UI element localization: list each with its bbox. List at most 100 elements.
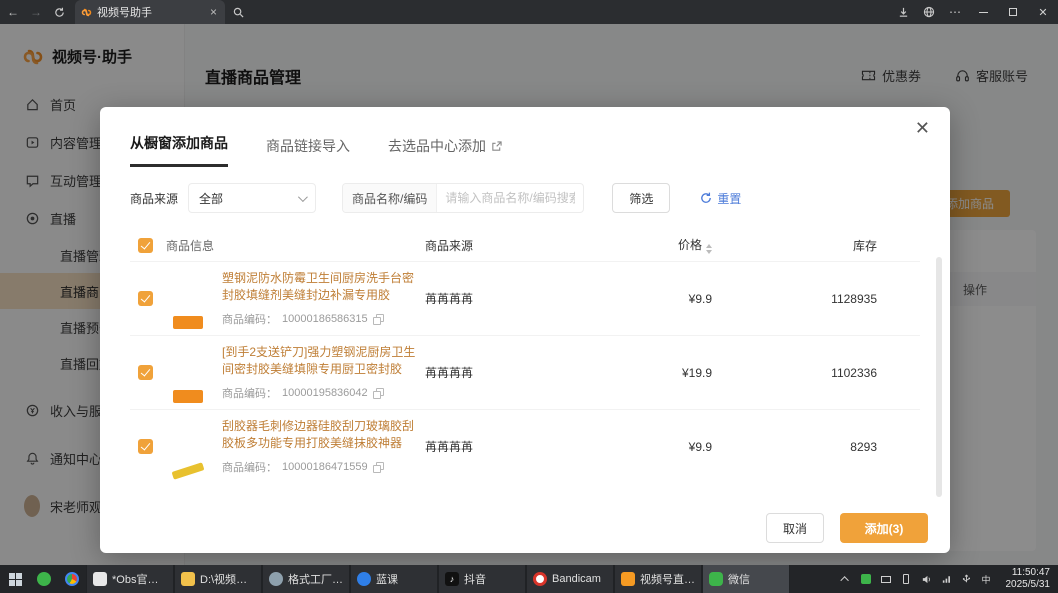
taskbar-item-label: 微信: [728, 571, 750, 587]
product-price: ¥9.9: [605, 292, 712, 306]
product-title: [到手2支送铲刀]强力塑钢泥厨房卫生间密封胶美缝填隙专用厨卫密封胶150M…: [222, 344, 425, 379]
table-row: 刮胶器毛刺修边器硅胶刮刀玻璃胶刮胶板多功能专用打胶美缝抹胶神器 商品编码：100…: [130, 409, 920, 483]
tab-label: 商品链接导入: [266, 136, 350, 156]
row-checkbox[interactable]: [138, 291, 153, 306]
tray-network-icon[interactable]: [940, 573, 953, 586]
refresh-icon[interactable]: [49, 2, 69, 22]
source-select-value: 全部: [199, 190, 223, 207]
tray-display-icon[interactable]: [880, 573, 893, 586]
confirm-add-button[interactable]: 添加(3): [840, 513, 928, 543]
source-select[interactable]: 全部: [188, 183, 316, 213]
search-icon[interactable]: [225, 0, 251, 24]
row-checkbox[interactable]: [138, 439, 153, 454]
add-product-modal: ✕ 从橱窗添加商品 商品链接导入 去选品中心添加 商品来源 全部 商品名称/编码: [100, 107, 950, 553]
taskbar-clock[interactable]: 11:50:47 2025/5/31: [1000, 567, 1051, 591]
table-row: [到手2支送铲刀]强力塑钢泥厨房卫生间密封胶美缝填隙专用厨卫密封胶150M… 商…: [130, 335, 920, 409]
product-stock: 8293: [712, 440, 877, 454]
taskbar-item-bandicam[interactable]: Bandicam: [526, 565, 614, 593]
clock-time: 11:50:47: [1006, 567, 1051, 579]
download-icon[interactable]: [890, 0, 916, 24]
copy-icon[interactable]: [373, 462, 383, 472]
product-source: 苒苒苒苒: [425, 364, 605, 381]
product-stock: 1102336: [712, 366, 877, 380]
product-stock: 1128935: [712, 292, 877, 306]
menu-dots-icon[interactable]: ⋯: [942, 0, 968, 24]
reset-icon: [700, 192, 712, 204]
taskbar-item-label: 蓝课: [376, 571, 398, 587]
taskbar-item-douyin[interactable]: ♪ 抖音: [438, 565, 526, 593]
product-code: 商品编码： 10000186586315: [222, 311, 425, 327]
copy-icon[interactable]: [373, 388, 383, 398]
back-icon[interactable]: ←: [3, 2, 23, 22]
code-prefix: 商品编码：: [222, 385, 277, 401]
code-value: 10000186586315: [282, 313, 368, 325]
taskbar-item-wechat[interactable]: 微信: [702, 565, 790, 593]
taskbar-item-live-companion[interactable]: 视频号直播伴侣: [614, 565, 702, 593]
close-window-button[interactable]: ✕: [1028, 0, 1058, 24]
tray-expand-icon[interactable]: [840, 573, 853, 586]
product-source: 苒苒苒苒: [425, 290, 605, 307]
modal-footer: 取消 添加(3): [766, 513, 928, 543]
tab-import-by-link[interactable]: 商品链接导入: [266, 136, 350, 167]
copy-icon[interactable]: [373, 314, 383, 324]
col-header-price[interactable]: 价格: [605, 236, 712, 254]
minimize-button[interactable]: [968, 0, 998, 24]
taskbar-item-obs[interactable]: *Obs官网电脑…: [86, 565, 174, 593]
taskbar-item-label: D:\视频号直播…: [200, 571, 255, 587]
notepad-icon: [93, 572, 107, 586]
tray-ime-icon[interactable]: 中: [980, 573, 993, 586]
code-prefix: 商品编码：: [222, 311, 277, 327]
modal-tabs: 从橱窗添加商品 商品链接导入 去选品中心添加: [130, 133, 920, 167]
table-header-row: 商品信息 商品来源 价格 库存: [130, 229, 920, 261]
taskbar-item-format-factory[interactable]: 格式工厂 X64 …: [262, 565, 350, 593]
clock-date: 2025/5/31: [1006, 579, 1051, 591]
taskbar-item-label: 格式工厂 X64 …: [288, 571, 343, 587]
reset-button[interactable]: 重置: [700, 190, 741, 207]
taskbar-item-explorer[interactable]: D:\视频号直播…: [174, 565, 262, 593]
modal-close-icon[interactable]: ✕: [915, 119, 930, 137]
filter-button[interactable]: 筛选: [612, 183, 670, 213]
product-search-input[interactable]: [437, 191, 583, 205]
maximize-button[interactable]: [998, 0, 1028, 24]
tray-usb-icon[interactable]: [960, 573, 973, 586]
row-checkbox[interactable]: [138, 365, 153, 380]
screen: ← → 视频号助手 × ⋯ ✕: [0, 0, 1058, 593]
channels-favicon: [81, 7, 92, 18]
windows-logo-icon: [9, 573, 22, 586]
product-price: ¥9.9: [605, 440, 712, 454]
product-title: 塑钢泥防水防霉卫生间厨房洗手台密封胶填缝剂美缝封边补漏专用胶150ml…: [222, 270, 425, 305]
folder-icon: [181, 572, 195, 586]
tab-label: 从橱窗添加商品: [130, 133, 228, 153]
start-button[interactable]: [0, 565, 30, 593]
taskbar-item-lanke[interactable]: 蓝课: [350, 565, 438, 593]
product-code: 商品编码： 10000195836042: [222, 385, 425, 401]
select-all-checkbox[interactable]: [138, 238, 153, 253]
quick-launch-wechat-icon[interactable]: [30, 565, 58, 593]
taskbar-item-label: Bandicam: [552, 573, 601, 585]
forward-icon[interactable]: →: [26, 2, 46, 22]
reset-label: 重置: [717, 190, 741, 207]
price-header-label: 价格: [678, 238, 702, 252]
douyin-icon: ♪: [445, 572, 459, 586]
quick-launch-browser-icon[interactable]: [58, 565, 86, 593]
tab-add-from-showcase[interactable]: 从橱窗添加商品: [130, 133, 228, 167]
tray-wechat-icon[interactable]: [860, 573, 873, 586]
format-factory-icon: [269, 572, 283, 586]
tab-selection-center[interactable]: 去选品中心添加: [388, 136, 502, 167]
system-tray: 中 11:50:47 2025/5/31: [840, 565, 1058, 593]
globe-icon[interactable]: [916, 0, 942, 24]
modal-scrollbar[interactable]: [936, 257, 942, 497]
code-value: 10000195836042: [282, 387, 368, 399]
lanke-icon: [357, 572, 371, 586]
browser-tab[interactable]: 视频号助手 ×: [75, 0, 225, 24]
browser-chrome: ← → 视频号助手 × ⋯ ✕: [0, 0, 1058, 24]
cancel-button[interactable]: 取消: [766, 513, 824, 543]
product-price: ¥19.9: [605, 366, 712, 380]
taskbar-item-label: 视频号直播伴侣: [640, 571, 695, 587]
tray-sound-icon[interactable]: [920, 573, 933, 586]
tray-phone-icon[interactable]: [900, 573, 913, 586]
product-code: 商品编码：10000186471559: [222, 459, 425, 475]
product-title: 刮胶器毛刺修边器硅胶刮刀玻璃胶刮胶板多功能专用打胶美缝抹胶神器: [222, 418, 425, 453]
tab-title: 视频号助手: [97, 4, 208, 20]
tab-close-icon[interactable]: ×: [208, 5, 219, 19]
